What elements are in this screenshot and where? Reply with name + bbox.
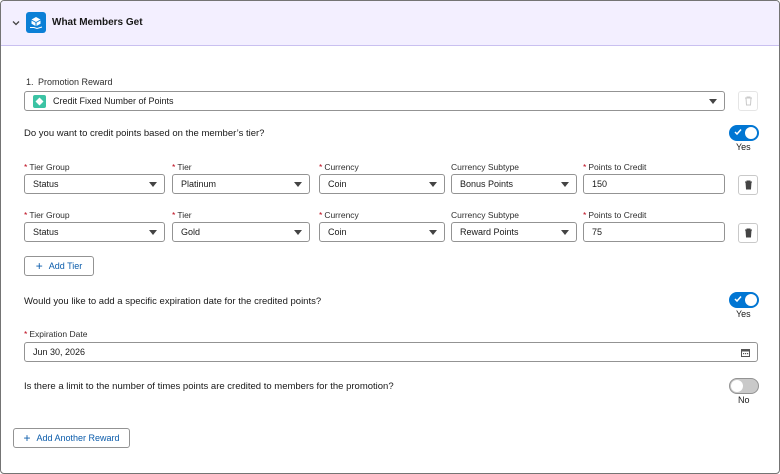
chevron-down-icon xyxy=(709,99,717,104)
currency-select[interactable]: Coin xyxy=(319,222,445,242)
tier-question: Do you want to credit points based on th… xyxy=(24,128,265,139)
currency-subtype-select[interactable]: Reward Points xyxy=(451,222,577,242)
chevron-down-icon xyxy=(294,230,302,235)
promotion-reward-value: Credit Fixed Number of Points xyxy=(53,96,174,106)
currency-label: * Currency xyxy=(319,210,359,220)
trash-icon xyxy=(744,180,752,190)
plus-icon: + xyxy=(23,431,31,445)
expiration-question: Would you like to add a specific expirat… xyxy=(24,296,322,307)
tier-group-label: * Tier Group xyxy=(24,162,70,172)
promotion-reward-label: Promotion Reward xyxy=(38,77,113,87)
chevron-down-icon xyxy=(561,182,569,187)
expiration-date-label: * Expiration Date xyxy=(24,329,88,339)
toggle-knob xyxy=(731,380,743,392)
limit-toggle-state: No xyxy=(738,395,750,405)
box-hand-icon xyxy=(26,12,46,33)
currency-label: * Currency xyxy=(319,162,359,172)
chevron-down-icon[interactable] xyxy=(10,17,22,29)
points-to-credit-label: * Points to Credit xyxy=(583,210,647,220)
delete-tier-row-button[interactable] xyxy=(738,223,758,243)
tier-select[interactable]: Gold xyxy=(172,222,310,242)
reward-number: 1. xyxy=(26,77,34,87)
toggle-knob xyxy=(745,294,757,306)
chevron-down-icon xyxy=(429,182,437,187)
add-another-reward-label: Add Another Reward xyxy=(36,433,120,443)
chevron-down-icon xyxy=(149,182,157,187)
plus-icon: + xyxy=(35,259,43,273)
tier-group-select[interactable]: Status xyxy=(24,222,165,242)
expiration-toggle-state: Yes xyxy=(736,309,751,319)
add-another-reward-button[interactable]: + Add Another Reward xyxy=(13,428,130,448)
check-icon xyxy=(734,129,742,136)
tier-group-label: * Tier Group xyxy=(24,210,70,220)
limit-question: Is there a limit to the number of times … xyxy=(24,381,394,392)
chevron-down-icon xyxy=(561,230,569,235)
currency-subtype-label: Currency Subtype xyxy=(451,210,520,220)
points-to-credit-input[interactable]: 150 xyxy=(583,174,725,194)
currency-subtype-label: Currency Subtype xyxy=(451,162,520,172)
chevron-down-icon xyxy=(294,182,302,187)
toggle-knob xyxy=(745,127,757,139)
trash-icon xyxy=(744,96,752,106)
chevron-down-icon xyxy=(429,230,437,235)
check-icon xyxy=(734,296,742,303)
expiration-date-value: Jun 30, 2026 xyxy=(33,347,86,357)
tier-group-select[interactable]: Status xyxy=(24,174,165,194)
points-to-credit-input[interactable]: 75 xyxy=(583,222,725,242)
chevron-down-icon xyxy=(149,230,157,235)
currency-subtype-select[interactable]: Bonus Points xyxy=(451,174,577,194)
tier-select[interactable]: Platinum xyxy=(172,174,310,194)
tier-toggle[interactable] xyxy=(729,125,759,141)
trash-icon xyxy=(744,228,752,238)
add-tier-label: Add Tier xyxy=(48,261,83,271)
currency-select[interactable]: Coin xyxy=(319,174,445,194)
add-tier-button[interactable]: + Add Tier xyxy=(24,256,94,276)
expiration-toggle[interactable] xyxy=(729,292,759,308)
tier-toggle-state: Yes xyxy=(736,142,751,152)
delete-reward-button[interactable] xyxy=(738,91,758,111)
calendar-icon[interactable] xyxy=(741,348,750,357)
points-to-credit-label: * Points to Credit xyxy=(583,162,647,172)
delete-tier-row-button[interactable] xyxy=(738,175,758,195)
tier-label: * Tier xyxy=(172,162,192,172)
tier-label: * Tier xyxy=(172,210,192,220)
section-title: What Members Get xyxy=(52,17,143,28)
expiration-date-input[interactable]: Jun 30, 2026 xyxy=(24,342,758,362)
limit-toggle[interactable] xyxy=(729,378,759,394)
section-header[interactable]: What Members Get xyxy=(1,1,779,46)
what-members-get-panel: What Members Get 1. Promotion Reward Cre… xyxy=(0,0,780,474)
reward-type-icon xyxy=(33,94,46,108)
promotion-reward-select[interactable]: Credit Fixed Number of Points xyxy=(24,91,725,111)
